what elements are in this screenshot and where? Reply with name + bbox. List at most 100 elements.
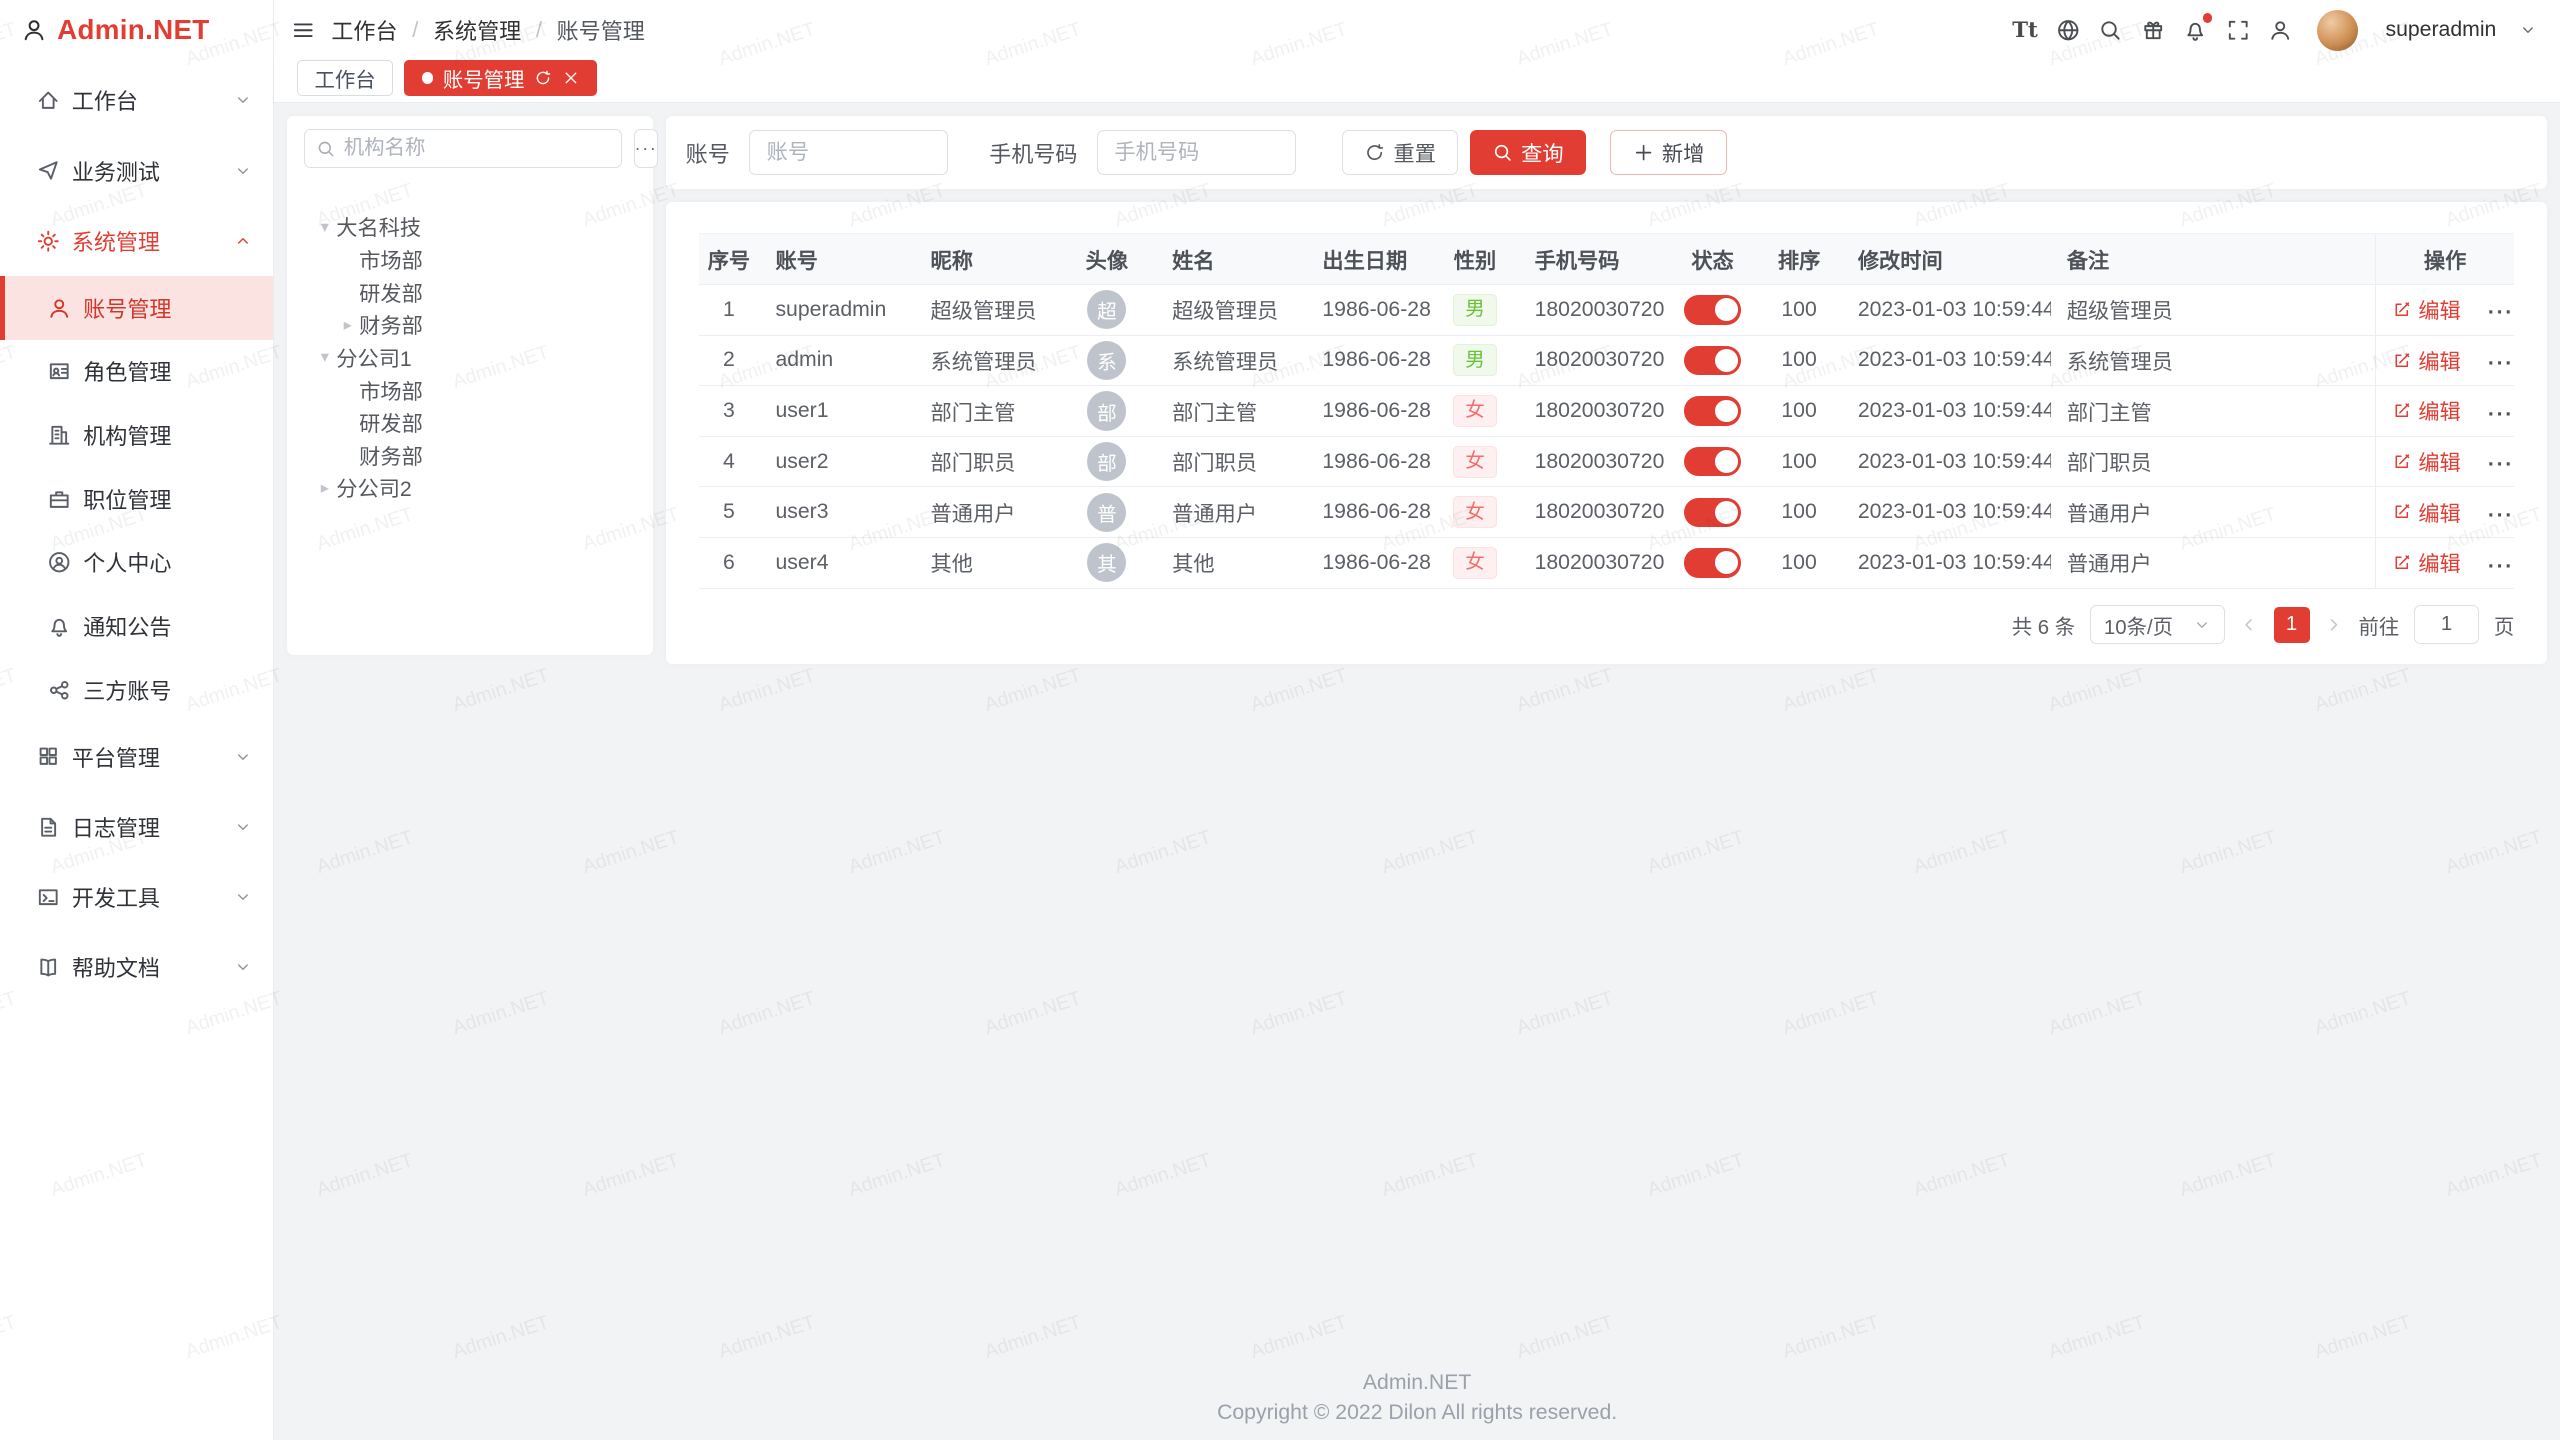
status-toggle[interactable] [1684, 498, 1741, 527]
toggle-knob [1715, 349, 1738, 372]
sidebar-item-log-mgmt[interactable]: 日志管理 [0, 792, 273, 862]
row-avatar: 其 [1087, 543, 1126, 582]
user-menu-caret-icon[interactable] [2519, 21, 2537, 39]
status-toggle[interactable] [1684, 295, 1741, 324]
cell-account: user1 [775, 399, 828, 422]
query-button[interactable]: 查询 [1470, 130, 1586, 176]
col-seq: 序号 [699, 234, 759, 285]
edit-button[interactable]: 编辑 [2392, 294, 2461, 325]
status-toggle[interactable] [1684, 447, 1741, 476]
sidebar-item-account-mgmt[interactable]: 账号管理 [0, 276, 273, 340]
edit-button[interactable]: 编辑 [2392, 547, 2461, 578]
page-number-active[interactable]: 1 [2274, 607, 2310, 643]
tree-node[interactable]: 研发部 [304, 406, 637, 439]
sidebar-item-help-docs[interactable]: 帮助文档 [0, 932, 273, 1002]
cell-birth: 1986-06-28 [1322, 399, 1431, 422]
sidebar-item-org-mgmt[interactable]: 机构管理 [0, 403, 273, 467]
sidebar-item-notice[interactable]: 通知公告 [0, 594, 273, 658]
cell-order: 100 [1781, 450, 1816, 473]
notification-icon[interactable] [2183, 18, 2207, 42]
tree-node[interactable]: ▸财务部 [304, 308, 637, 341]
edit-button[interactable]: 编辑 [2392, 395, 2461, 426]
search-icon[interactable] [2098, 18, 2122, 42]
cell-account: user4 [775, 551, 828, 574]
bell-icon [47, 614, 71, 638]
more-actions-button[interactable]: ··· [2488, 555, 2514, 578]
edit-button[interactable]: 编辑 [2392, 497, 2461, 528]
tree-caret-icon[interactable]: ▾ [313, 219, 336, 235]
tree-node[interactable]: ▾分公司1 [304, 341, 637, 374]
status-toggle[interactable] [1684, 548, 1741, 577]
reset-button[interactable]: 重置 [1342, 130, 1458, 176]
profile-icon[interactable] [2268, 18, 2292, 42]
cell-name: 普通用户 [1172, 503, 1257, 526]
cell-name: 部门主管 [1172, 402, 1257, 425]
col-nickname: 昵称 [914, 234, 1058, 285]
edit-button[interactable]: 编辑 [2392, 446, 2461, 477]
sidebar-item-system-mgmt[interactable]: 系统管理 [0, 206, 273, 276]
fullscreen-icon[interactable] [2226, 18, 2250, 42]
username[interactable]: superadmin [2385, 18, 2496, 42]
cell-nickname: 超级管理员 [931, 300, 1037, 323]
more-actions-button[interactable]: ··· [2488, 301, 2514, 324]
sidebar-item-third-account[interactable]: 三方账号 [0, 658, 273, 722]
theme-icon[interactable] [2141, 18, 2165, 42]
breadcrumb-item[interactable]: 工作台 [331, 14, 397, 46]
logo-icon [21, 17, 47, 43]
help-icon [36, 955, 60, 979]
tree-node[interactable]: 财务部 [304, 439, 637, 472]
tree-node[interactable]: 市场部 [304, 243, 637, 276]
cell-name: 系统管理员 [1172, 351, 1278, 374]
goto-page-input[interactable] [2414, 605, 2479, 644]
cell-modified: 2023-01-03 10:59:44 [1858, 399, 2051, 422]
tree-caret-icon[interactable]: ▾ [313, 349, 336, 365]
tree-node[interactable]: 研发部 [304, 276, 637, 309]
font-size-icon[interactable]: Tt [2012, 20, 2038, 41]
tab-workbench[interactable]: 工作台 [297, 60, 393, 96]
sidebar-item-dev-tools[interactable]: 开发工具 [0, 862, 273, 932]
col-actions: 操作 [2375, 234, 2514, 285]
more-actions-button[interactable]: ··· [2488, 453, 2514, 476]
prev-page-button[interactable] [2239, 615, 2259, 635]
tree-node[interactable]: ▸分公司2 [304, 472, 637, 505]
tab-account-mgmt[interactable]: 账号管理 [404, 60, 597, 96]
hamburger-icon[interactable] [291, 18, 315, 42]
sidebar-item-personal-center[interactable]: 个人中心 [0, 531, 273, 595]
sidebar-item-position-mgmt[interactable]: 职位管理 [0, 467, 273, 531]
content-area: ··· ▾大名科技市场部研发部▸财务部▾分公司1市场部研发部财务部▸分公司2 账… [274, 103, 2560, 1440]
phone-filter-input[interactable] [1097, 130, 1296, 176]
sidebar-item-platform-mgmt[interactable]: 平台管理 [0, 722, 273, 792]
tree-caret-icon[interactable]: ▸ [313, 480, 336, 496]
language-icon[interactable] [2056, 18, 2080, 42]
breadcrumb-item-current: 账号管理 [557, 14, 645, 46]
org-more-button[interactable]: ··· [634, 129, 659, 168]
breadcrumb-item[interactable]: 系统管理 [433, 14, 521, 46]
tree-node[interactable]: ▾大名科技 [304, 211, 637, 244]
org-search-input[interactable] [344, 137, 610, 160]
tree-caret-icon[interactable]: ▸ [336, 317, 359, 333]
tree-node[interactable]: 市场部 [304, 374, 637, 407]
tab-refresh-icon[interactable] [534, 69, 552, 87]
more-actions-button[interactable]: ··· [2488, 504, 2514, 527]
page-size-select[interactable]: 10条/页 [2090, 605, 2225, 644]
next-page-button[interactable] [2324, 615, 2344, 635]
tab-close-icon[interactable] [562, 69, 580, 87]
sidebar-item-business-test[interactable]: 业务测试 [0, 136, 273, 206]
cell-account: superadmin [775, 298, 886, 321]
gender-tag: 男 [1453, 344, 1497, 376]
more-actions-button[interactable]: ··· [2488, 352, 2514, 375]
add-button[interactable]: 新增 [1610, 130, 1726, 176]
more-actions-button[interactable]: ··· [2488, 403, 2514, 426]
status-toggle[interactable] [1684, 396, 1741, 425]
avatar[interactable] [2317, 10, 2358, 51]
cell-order: 100 [1781, 500, 1816, 523]
sidebar-item-role-mgmt[interactable]: 角色管理 [0, 340, 273, 404]
account-filter-input[interactable] [749, 130, 948, 176]
sidebar-item-workbench[interactable]: 工作台 [0, 65, 273, 135]
cell-phone: 18020030720 [1535, 551, 1665, 574]
edit-button[interactable]: 编辑 [2392, 345, 2461, 376]
cell-seq: 3 [723, 399, 735, 422]
org-icon [47, 423, 71, 447]
logo[interactable]: Admin.NET [0, 0, 273, 60]
status-toggle[interactable] [1684, 346, 1741, 375]
